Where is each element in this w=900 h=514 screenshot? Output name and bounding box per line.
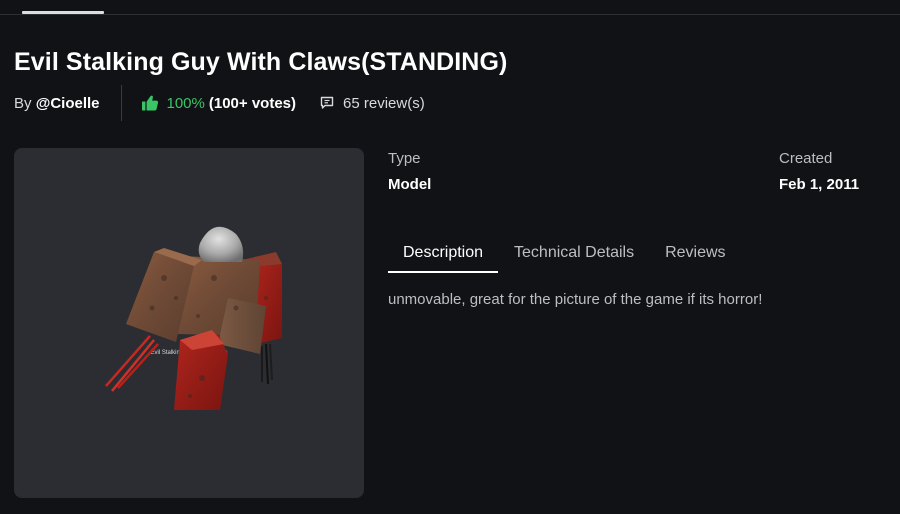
rating-summary: 100% (100+ votes)	[141, 94, 297, 112]
tab-reviews[interactable]: Reviews	[650, 233, 740, 273]
top-tab-strip	[0, 0, 900, 16]
reviews-summary[interactable]: 65 review(s)	[320, 95, 425, 112]
by-prefix: By	[14, 94, 32, 112]
left-claws	[105, 335, 159, 392]
thumbs-up-icon	[141, 94, 159, 112]
comment-icon	[320, 96, 334, 110]
created-value: Feb 1, 2011	[779, 176, 860, 193]
head	[198, 226, 244, 262]
description-text: unmovable, great for the picture of the …	[388, 291, 763, 308]
item-page: Evil Stalking Guy With Claws(STANDING) B…	[0, 0, 900, 514]
rating-percent: 100%	[166, 94, 205, 112]
reviews-count: 65 review(s)	[343, 94, 425, 112]
model-render	[105, 226, 282, 410]
detail-tabs: Description Technical Details Reviews	[388, 233, 741, 273]
type-label: Type	[388, 150, 421, 167]
created-label: Created	[779, 150, 833, 167]
tab-description[interactable]: Description	[388, 233, 499, 273]
tab-technical-details[interactable]: Technical Details	[499, 233, 649, 273]
item-title: Evil Stalking Guy With Claws(STANDING)	[14, 48, 508, 76]
rating-votes: (100+ votes)	[208, 94, 297, 112]
right-claws	[261, 343, 273, 385]
item-meta-row: By @Cioelle 100% (100+ votes) 65 review(…	[14, 84, 614, 122]
creator-byline: By @Cioelle	[14, 95, 100, 112]
meta-divider	[120, 85, 122, 121]
top-tab-divider	[0, 14, 900, 15]
creator-link[interactable]: @Cioelle	[36, 95, 100, 112]
item-thumbnail[interactable]: Evil Stalking Guy With Claws	[14, 148, 364, 498]
type-value: Model	[388, 176, 432, 193]
